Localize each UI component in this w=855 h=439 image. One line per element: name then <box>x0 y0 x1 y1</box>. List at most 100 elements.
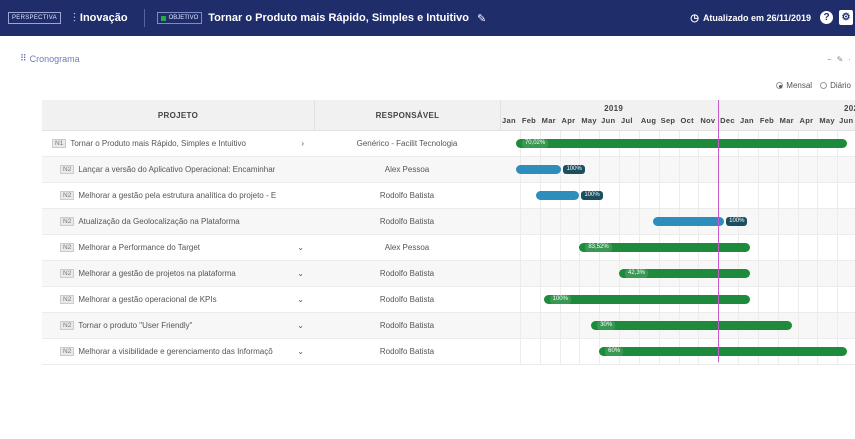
project-cell[interactable]: N2 Melhorar a Performance do Target ⌄ <box>42 235 314 260</box>
grid-line <box>579 261 581 286</box>
level-badge: N1 <box>52 139 67 148</box>
edit-icon[interactable]: ✎ <box>477 12 486 25</box>
view-option-monthly[interactable]: Mensal <box>776 81 812 90</box>
help-button[interactable]: ? <box>820 11 833 24</box>
table-row[interactable]: N2 Lançar a versão do Aplicativo Operacio… <box>42 157 855 183</box>
grid-line <box>599 261 601 286</box>
level-badge: N2 <box>60 191 75 200</box>
project-cell[interactable]: N2 Lançar a versão do Aplicativo Operacio… <box>42 157 314 182</box>
month-label: Feb <box>759 115 775 125</box>
gantt-bar[interactable] <box>535 191 580 200</box>
grid-line <box>658 183 660 208</box>
grid-line <box>817 157 819 182</box>
table-header: PROJETO RESPONSÁVEL 2019 202 Jan Feb Mar Apr… <box>42 100 855 131</box>
gantt-bar[interactable] <box>515 139 848 148</box>
responsible-cell: Alex Pessoa <box>384 165 430 174</box>
updated-text: Atualizado em 26/11/2019 <box>702 13 811 23</box>
responsible-cell: Rodolfo Batista <box>379 217 435 226</box>
project-cell[interactable]: N2 Melhorar a gestão pela estrutura analí… <box>42 183 314 208</box>
project-name[interactable]: Melhorar a gestão operacional de KPIs <box>78 295 216 304</box>
grid-line <box>579 209 581 234</box>
gantt-cell: 70,02% <box>500 131 855 156</box>
collapse-icon[interactable]: − <box>827 55 832 64</box>
radio-monthly[interactable] <box>776 82 784 89</box>
project-cell[interactable]: N2 Atualização da Geolocalização na Plata… <box>42 209 314 234</box>
project-name[interactable]: Melhorar a gestão de projetos na platafo… <box>78 269 235 278</box>
section-title: Cronograma <box>29 53 80 64</box>
expand-icon[interactable]: ⌄ <box>297 243 304 252</box>
project-name[interactable]: Tornar o Produto mais Rápido, Simples e … <box>70 139 246 148</box>
grid-line <box>817 313 819 338</box>
grid-line <box>817 209 819 234</box>
grid-line <box>519 183 521 208</box>
progress-label: 100% <box>581 191 603 200</box>
level-badge: N2 <box>60 347 75 356</box>
expand-icon[interactable]: ⌄ <box>297 347 304 356</box>
grid-line <box>559 261 561 286</box>
table-row[interactable]: N2 Tornar o produto "User Friendly" ⌄ Rodol… <box>42 313 855 339</box>
expand-icon[interactable]: ⌄ <box>297 269 304 278</box>
expand-icon[interactable]: ⌄ <box>297 295 304 304</box>
grid-line <box>519 209 521 234</box>
project-cell[interactable]: N2 Tornar o produto "User Friendly" ⌄ <box>42 313 314 338</box>
project-cell[interactable]: N2 Melhorar a gestão de projetos na plata… <box>42 261 314 286</box>
view-option-daily[interactable]: Diário <box>820 81 851 90</box>
settings-button[interactable]: ⚙ <box>839 10 853 25</box>
project-name[interactable]: Melhorar a Performance do Target <box>78 243 200 252</box>
gantt-months: Jan Feb Mar Apr May Jun Jul Aug Sep Oct Nov Dec Jan F… <box>501 116 855 128</box>
level-badge: N2 <box>60 321 75 330</box>
grid-line <box>539 313 541 338</box>
month-label: Jun <box>601 115 616 125</box>
grid-line <box>757 261 759 286</box>
table-row[interactable]: N2 Melhorar a visibilidade e gerenciament… <box>42 339 855 365</box>
gantt-cell: 83,52% <box>500 235 855 260</box>
table-row[interactable]: N2 Melhorar a gestão operacional de KPIs ⌄… <box>42 287 855 313</box>
objective-name: Tornar o Produto mais Rápido, Simples e … <box>208 12 470 24</box>
level-badge: N2 <box>60 295 75 304</box>
table-row[interactable]: N2 Melhorar a gestão pela estrutura analí… <box>42 183 855 209</box>
grid-line <box>797 157 799 182</box>
project-name[interactable]: Tornar o produto "User Friendly" <box>78 321 192 330</box>
expand-icon[interactable]: ⌄ <box>297 321 304 330</box>
grid-line <box>777 209 779 234</box>
more-icon[interactable]: · <box>848 55 851 64</box>
drag-handle-icon[interactable]: ⠿ <box>20 53 27 64</box>
gantt-cell: 100% <box>500 183 855 208</box>
radio-daily[interactable] <box>820 82 828 89</box>
progress-label: 70,02% <box>521 139 549 148</box>
gantt-bar[interactable] <box>652 217 725 226</box>
gantt-bar[interactable] <box>515 165 562 174</box>
gantt-cell: 100% <box>500 157 855 182</box>
month-label: Jan <box>740 115 754 125</box>
gantt-bar[interactable] <box>599 347 848 356</box>
grid-line <box>817 183 819 208</box>
header-project[interactable]: PROJETO <box>42 100 314 130</box>
project-cell[interactable]: N2 Melhorar a visibilidade e gerenciament… <box>42 339 314 364</box>
schedule-table: PROJETO RESPONSÁVEL 2019 202 Jan Feb Mar Apr… <box>42 100 855 365</box>
project-name[interactable]: Lançar a versão do Aplicativo Operaciona… <box>78 165 275 174</box>
table-row[interactable]: N2 Melhorar a gestão de projetos na plata… <box>42 261 855 287</box>
project-name[interactable]: Atualização da Geolocalização na Platafo… <box>78 217 239 226</box>
project-cell[interactable]: N1 Tornar o Produto mais Rápido, Simples … <box>42 131 314 156</box>
table-row[interactable]: N1 Tornar o Produto mais Rápido, Simples … <box>42 131 855 157</box>
gantt-cell: 60% <box>500 339 855 364</box>
grid-line <box>539 339 541 364</box>
table-row[interactable]: N2 Melhorar a Performance do Target ⌄ Alex … <box>42 235 855 261</box>
gantt-bar[interactable] <box>591 321 792 330</box>
edit-section-icon[interactable]: ✎ <box>837 55 844 64</box>
grid-line <box>638 209 640 234</box>
project-name[interactable]: Melhorar a gestão pela estrutura analíti… <box>78 191 276 200</box>
project-name[interactable]: Melhorar a visibilidade e gerenciamento … <box>78 347 272 356</box>
gantt-cell: 100% <box>500 209 855 234</box>
perspective-name[interactable]: Inovação <box>80 12 128 24</box>
progress-label: 83,52% <box>585 243 612 252</box>
progress-label: 30% <box>597 321 616 330</box>
header-responsible[interactable]: RESPONSÁVEL <box>314 100 500 130</box>
progress-label: 60% <box>605 347 624 356</box>
expand-icon[interactable]: › <box>301 139 304 148</box>
grid-line <box>797 313 799 338</box>
responsible-cell: Rodolfo Batista <box>379 191 435 200</box>
perspective-icon: ⫶ <box>72 10 76 25</box>
table-row[interactable]: N2 Atualização da Geolocalização na Plata… <box>42 209 855 235</box>
project-cell[interactable]: N2 Melhorar a gestão operacional de KPIs ⌄ <box>42 287 314 312</box>
